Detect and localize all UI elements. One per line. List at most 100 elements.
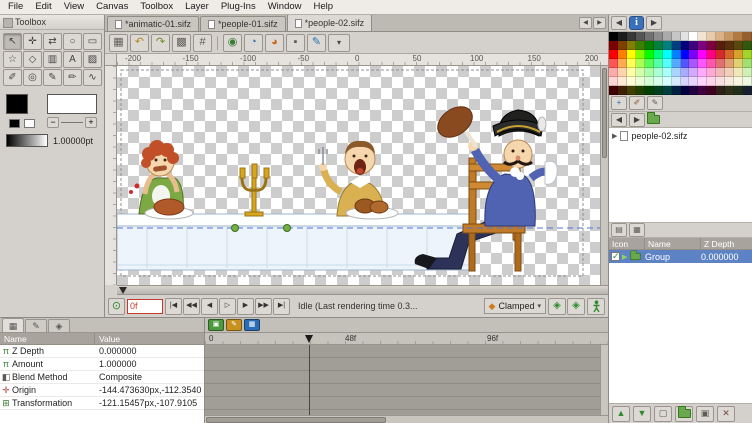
tab-people-01-sifz[interactable]: *people-01.sifz xyxy=(200,16,286,31)
folder-icon[interactable] xyxy=(647,115,660,124)
palette-swatch[interactable] xyxy=(743,59,752,68)
time-slider[interactable] xyxy=(117,285,608,295)
width-tool-button[interactable]: ∿ xyxy=(83,69,102,86)
palette-swatch[interactable] xyxy=(636,41,645,50)
palette-swatch[interactable] xyxy=(707,68,716,77)
palette-swatch[interactable] xyxy=(663,32,672,41)
palette-swatch[interactable] xyxy=(698,32,707,41)
timetrack-horizontal-scrollbar[interactable] xyxy=(205,415,608,423)
decrease-width-button[interactable]: − xyxy=(47,117,59,128)
palette-swatch[interactable] xyxy=(627,77,636,86)
rectangle-tool-button[interactable]: ▭ xyxy=(83,33,102,50)
layer-visibility-checkbox[interactable] xyxy=(611,252,620,261)
text-tool-button[interactable]: A xyxy=(63,51,82,68)
palette-swatch[interactable] xyxy=(654,68,663,77)
timetrack-tab-curves[interactable]: ✎ xyxy=(226,319,242,331)
sketch-tool-button[interactable]: ✏ xyxy=(63,69,82,86)
fill-color-swatch[interactable] xyxy=(6,94,28,114)
palette-swatch[interactable] xyxy=(707,50,716,59)
info-button[interactable]: i xyxy=(629,16,644,30)
interpolation-dropdown[interactable]: ◆ Clamped ▾ xyxy=(484,298,546,314)
palette-swatch[interactable] xyxy=(725,86,734,95)
palette-swatch[interactable] xyxy=(734,50,743,59)
palette-swatch[interactable] xyxy=(689,86,698,95)
palette-swatch[interactable] xyxy=(636,50,645,59)
palette-swatch[interactable] xyxy=(672,50,681,59)
timetrack-ruler[interactable]: 048f96f xyxy=(205,333,608,345)
timetrack-content[interactable] xyxy=(205,345,608,415)
palette-swatch[interactable] xyxy=(716,59,725,68)
palette-swatch[interactable] xyxy=(689,68,698,77)
palette-swatch[interactable] xyxy=(743,86,752,95)
draw-tool-button[interactable]: ✎ xyxy=(43,69,62,86)
palette-swatch[interactable] xyxy=(609,41,618,50)
palette-swatch[interactable] xyxy=(707,59,716,68)
palette-swatch[interactable] xyxy=(636,86,645,95)
params-tab-children[interactable]: ✎ xyxy=(25,319,47,332)
canvas-vertical-scrollbar[interactable] xyxy=(600,66,608,285)
palette-swatch[interactable] xyxy=(725,41,734,50)
toggle-grid-icon[interactable]: ▦ xyxy=(109,34,128,52)
seek-next-keyframe-button[interactable]: ▶▶ xyxy=(255,298,272,315)
palette-swatch[interactable] xyxy=(627,50,636,59)
timetrack-tab-timetrack[interactable]: ▣ xyxy=(208,319,224,331)
gradient-tool-button[interactable]: ▥ xyxy=(43,51,62,68)
edit-mode-icon[interactable]: ✎ xyxy=(307,34,326,52)
secondary-color-swatch[interactable] xyxy=(24,119,35,128)
palette-swatch[interactable] xyxy=(645,41,654,50)
params-tab-keyframes[interactable]: ◈ xyxy=(48,319,70,332)
menu-toolbox[interactable]: Toolbox xyxy=(134,0,179,14)
animate-mode-button[interactable] xyxy=(587,298,605,315)
param-value[interactable]: -144.473630px,-112.3540 xyxy=(95,385,204,395)
palette-swatch[interactable] xyxy=(734,86,743,95)
undo-icon[interactable]: ↶ xyxy=(130,34,149,52)
palette-swatch[interactable] xyxy=(618,86,627,95)
palette-swatch[interactable] xyxy=(707,86,716,95)
palette-swatch[interactable] xyxy=(716,68,725,77)
mirror-tool-button[interactable]: ⇄ xyxy=(43,33,62,50)
menu-edit[interactable]: Edit xyxy=(29,0,57,14)
palette-swatch[interactable] xyxy=(725,50,734,59)
palette-swatch[interactable] xyxy=(672,41,681,50)
palette-swatch[interactable] xyxy=(618,41,627,50)
palette-swatch[interactable] xyxy=(645,68,654,77)
palette-swatch[interactable] xyxy=(618,32,627,41)
palette-swatch[interactable] xyxy=(663,68,672,77)
palette-swatch[interactable] xyxy=(672,68,681,77)
palette-swatch[interactable] xyxy=(689,59,698,68)
file-item[interactable]: ▶ people-02.sifz xyxy=(612,131,749,141)
tab-animatic-01-sifz[interactable]: *animatic-01.sifz xyxy=(107,16,199,31)
param-row-blend-method[interactable]: ◧Blend MethodComposite xyxy=(0,371,204,384)
palette-swatch[interactable] xyxy=(627,68,636,77)
palette-swatch[interactable] xyxy=(672,77,681,86)
palette-swatch[interactable] xyxy=(681,32,690,41)
quality-dropdown[interactable]: ▾ xyxy=(328,34,350,52)
menu-help[interactable]: Help xyxy=(308,0,340,14)
seek-begin-button[interactable]: |◀ xyxy=(165,298,182,315)
palette-swatch[interactable] xyxy=(663,59,672,68)
palette-swatch[interactable] xyxy=(645,50,654,59)
new-group-button[interactable] xyxy=(675,406,693,422)
onion-skin-icon[interactable]: ◉ xyxy=(223,34,242,52)
palette-swatch[interactable] xyxy=(743,68,752,77)
ruler-horizontal[interactable]: -200-150-100-50050100150200 xyxy=(117,54,608,66)
brush-button[interactable]: ✐ xyxy=(629,96,645,110)
star-tool-button[interactable]: ☆ xyxy=(3,51,22,68)
tab-people-02-sifz[interactable]: *people-02.sifz xyxy=(287,14,373,31)
duplicate-layer-button[interactable]: ▣ xyxy=(696,406,714,422)
palette-swatch[interactable] xyxy=(672,32,681,41)
palette-swatch[interactable] xyxy=(618,50,627,59)
fill-tool-button[interactable]: ▨ xyxy=(83,51,102,68)
seek-prev-frame-button[interactable]: ◀ xyxy=(201,298,218,315)
seek-prev-keyframe-button[interactable]: ◀◀ xyxy=(183,298,200,315)
palette-swatch[interactable] xyxy=(654,77,663,86)
palette-swatch[interactable] xyxy=(627,86,636,95)
layer-row-group[interactable]: ▶Group0.000000 xyxy=(609,250,752,263)
browser-forward-button[interactable]: ▶ xyxy=(629,113,645,127)
tab-scroll-right-button[interactable]: ▶ xyxy=(593,17,606,29)
palette-swatch[interactable] xyxy=(698,86,707,95)
play-button[interactable]: ▷ xyxy=(219,298,236,315)
menu-file[interactable]: File xyxy=(2,0,29,14)
palette-swatch[interactable] xyxy=(609,50,618,59)
timetrack-tab-children[interactable]: ▦ xyxy=(244,319,260,331)
